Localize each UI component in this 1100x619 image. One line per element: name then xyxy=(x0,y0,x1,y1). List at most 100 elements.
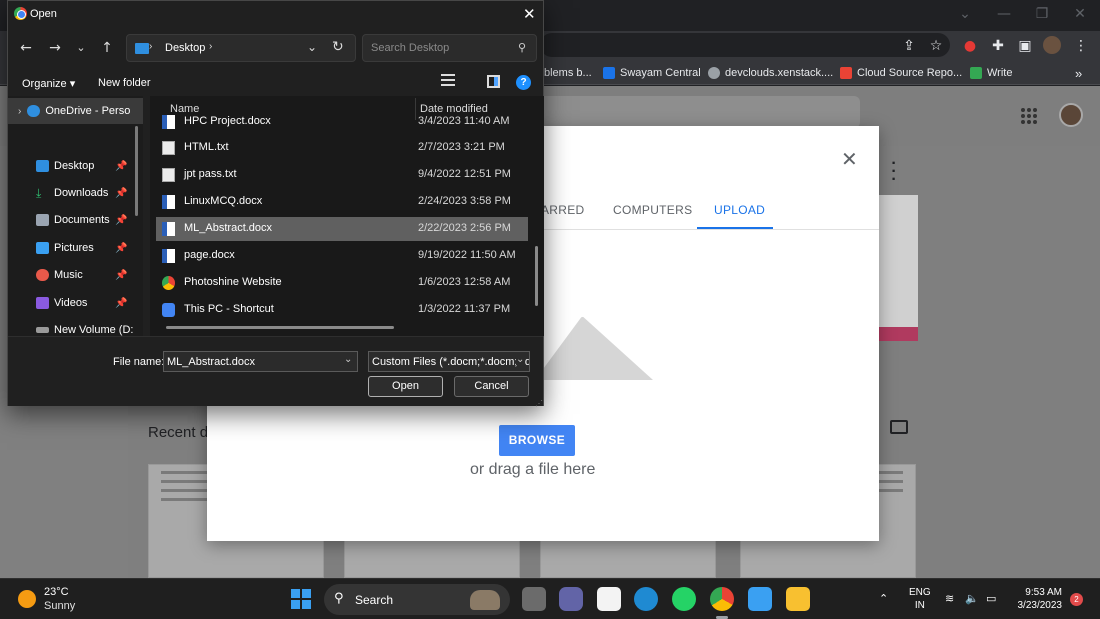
browse-button[interactable]: BROWSE xyxy=(499,425,575,456)
forward-arrow-icon[interactable]: → xyxy=(46,39,64,57)
side-panel-icon[interactable]: ▣ xyxy=(1015,36,1035,56)
chevron-down-icon[interactable]: ⌄ xyxy=(344,354,352,365)
new-folder-button[interactable]: New folder xyxy=(98,77,151,89)
up-arrow-icon[interactable]: ↑ xyxy=(98,39,116,57)
vertical-scrollbar[interactable] xyxy=(535,246,538,306)
extensions-puzzle-icon[interactable]: ✚ xyxy=(988,36,1008,56)
notepad-icon[interactable] xyxy=(748,587,772,611)
nav-item-downloads[interactable]: ⤓ Downloads 📌 xyxy=(8,180,143,206)
more-bookmarks-icon[interactable]: » xyxy=(1075,65,1082,81)
horizontal-scrollbar[interactable] xyxy=(166,326,394,329)
start-icon[interactable] xyxy=(291,589,311,609)
chevron-down-icon[interactable]: ⌄ xyxy=(953,4,977,24)
share-icon[interactable]: ⇪ xyxy=(899,36,919,56)
tab-computers[interactable]: COMPUTERS xyxy=(613,203,692,217)
close-icon[interactable]: ✕ xyxy=(523,5,536,23)
task-view-icon[interactable] xyxy=(522,587,546,611)
cancel-button[interactable]: Cancel xyxy=(454,376,529,397)
nav-item-onedrive[interactable]: › OneDrive - Perso xyxy=(8,98,143,124)
chevron-down-icon[interactable]: ⌄ xyxy=(307,40,317,54)
preview-pane-icon[interactable] xyxy=(487,75,500,88)
drive-search-bar[interactable] xyxy=(535,96,860,128)
nav-item-label: Downloads xyxy=(54,187,109,199)
teams-icon[interactable] xyxy=(559,587,583,611)
weather-condition[interactable]: Sunny xyxy=(44,600,75,612)
avatar[interactable] xyxy=(1059,103,1083,127)
volume-icon[interactable]: 🔈 xyxy=(965,592,979,605)
file-name: HTML.txt xyxy=(184,141,229,153)
nav-item-new-volume[interactable]: New Volume (D: xyxy=(8,317,143,336)
notification-badge[interactable]: 2 xyxy=(1070,593,1083,606)
nav-item-videos[interactable]: Videos 📌 xyxy=(8,290,143,316)
bookmark-item[interactable]: Write xyxy=(970,65,1012,81)
tab-upload[interactable]: UPLOAD xyxy=(714,203,765,217)
bookmark-item[interactable]: devclouds.xenstack.... xyxy=(708,65,833,81)
scrollbar[interactable] xyxy=(135,126,138,216)
address-bar[interactable] xyxy=(540,33,950,57)
file-explorer-icon[interactable] xyxy=(786,587,810,611)
file-row[interactable]: Photoshine Website 1/6/2023 12:58 AM xyxy=(156,271,528,295)
weather-temperature[interactable]: 23°C xyxy=(44,586,69,598)
minimize-icon[interactable]: — xyxy=(992,4,1016,24)
organize-button[interactable]: Organize ▾ xyxy=(22,77,75,90)
file-row[interactable]: HTML.txt 2/7/2023 3:21 PM xyxy=(156,136,528,160)
file-name-field[interactable]: ML_Abstract.docx ⌄ xyxy=(163,351,358,372)
search-input[interactable]: Search Desktop ⚲ xyxy=(362,34,537,62)
file-type-select[interactable]: Custom Files (*.docm;*.docm;*.d ⌄ xyxy=(368,351,530,372)
file-date: 2/24/2023 3:58 PM xyxy=(418,195,511,207)
sun-icon[interactable] xyxy=(18,590,36,608)
store-icon[interactable] xyxy=(597,587,621,611)
wifi-icon[interactable]: ≋ xyxy=(945,592,954,605)
resize-grip-icon[interactable]: ⋰ xyxy=(535,399,543,408)
file-name: LinuxMCQ.docx xyxy=(184,195,263,207)
close-icon[interactable]: ✕ xyxy=(841,147,858,171)
view-options-icon[interactable] xyxy=(441,74,455,88)
back-arrow-icon[interactable]: ← xyxy=(17,39,35,57)
browser-menu-icon[interactable]: ⋮ xyxy=(1071,36,1091,56)
edge-icon[interactable] xyxy=(634,587,658,611)
browser-profile-icon[interactable] xyxy=(1043,36,1061,54)
file-row-selected[interactable]: ML_Abstract.docx 2/22/2023 2:56 PM xyxy=(156,217,528,241)
dialog-footer: File name: ML_Abstract.docx ⌄ Custom Fil… xyxy=(8,336,543,408)
more-options-icon[interactable]: · · · xyxy=(891,156,897,188)
tab-starred[interactable]: ARRED xyxy=(541,203,585,217)
breadcrumb-desktop[interactable]: Desktop xyxy=(165,42,205,54)
nav-item-pictures[interactable]: Pictures 📌 xyxy=(8,235,143,261)
bookmark-item[interactable]: Swayam Central xyxy=(603,65,701,81)
refresh-icon[interactable]: ↻ xyxy=(332,39,344,55)
file-row[interactable]: jpt pass.txt 9/4/2022 12:51 PM xyxy=(156,163,528,187)
language-indicator[interactable]: ENG IN xyxy=(909,586,931,612)
recent-locations-icon[interactable]: ⌄ xyxy=(72,39,90,57)
extension-red-icon[interactable]: ● xyxy=(960,36,980,56)
help-icon[interactable]: ? xyxy=(516,75,531,90)
open-file-dialog: Open ✕ ← → ⌄ ↑ › Desktop › ⌄ ↻ Search De… xyxy=(7,0,544,408)
upload-illustration xyxy=(535,316,653,380)
star-icon[interactable]: ☆ xyxy=(926,36,946,56)
chevron-up-icon[interactable]: ⌃ xyxy=(879,592,888,605)
file-thumbnail[interactable] xyxy=(878,195,918,341)
nav-item-music[interactable]: Music 📌 xyxy=(8,262,143,288)
restore-icon[interactable]: ❐ xyxy=(1030,4,1054,24)
taskbar-search-label: Search xyxy=(355,593,394,607)
open-button[interactable]: Open xyxy=(368,376,443,397)
bookmark-item[interactable]: Cloud Source Repo... xyxy=(840,65,962,81)
file-row[interactable]: page.docx 9/19/2022 11:50 AM xyxy=(156,244,528,268)
folder-icon[interactable] xyxy=(890,420,908,434)
taskbar-search[interactable]: ⚲ Search xyxy=(324,584,510,615)
file-row[interactable]: HPC Project.docx 3/4/2023 11:40 AM xyxy=(156,110,528,134)
bookmark-item[interactable]: blems b... xyxy=(544,65,592,81)
file-row[interactable]: This PC - Shortcut 1/3/2022 11:37 PM xyxy=(156,298,528,322)
whatsapp-icon[interactable] xyxy=(672,587,696,611)
close-window-icon[interactable]: ✕ xyxy=(1068,4,1092,24)
file-row[interactable]: LinuxMCQ.docx 2/24/2023 3:58 PM xyxy=(156,190,528,214)
file-list: Name ⌃ Date modified HPC Project.docx 3/… xyxy=(150,96,544,336)
nav-item-desktop[interactable]: Desktop 📌 xyxy=(8,153,143,179)
clock[interactable]: 9:53 AM 3/23/2023 xyxy=(1008,586,1063,612)
nav-item-documents[interactable]: Documents 📌 xyxy=(8,207,143,233)
battery-icon[interactable]: ▭ xyxy=(986,592,996,605)
bookmark-label: devclouds.xenstack.... xyxy=(725,67,834,79)
address-breadcrumb[interactable]: › Desktop › ⌄ xyxy=(126,34,356,62)
bookmark-label: Swayam Central xyxy=(620,67,701,79)
chrome-icon[interactable] xyxy=(710,587,734,611)
google-apps-icon[interactable] xyxy=(1021,108,1037,124)
